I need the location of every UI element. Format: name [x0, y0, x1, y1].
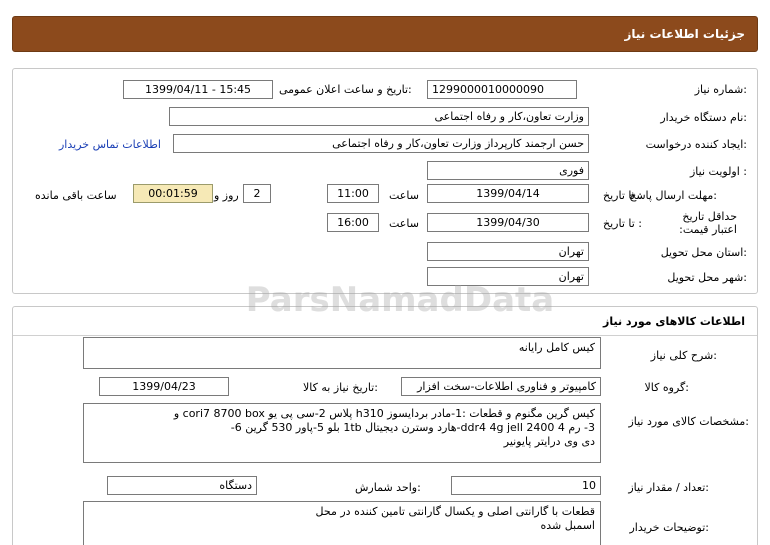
qty-label: تعداد / مقدار نیاز: — [628, 481, 709, 494]
reply-time-field: 11:00 — [327, 184, 379, 203]
spec-line: کیس گرین مگنوم و قطعات :1-مادر بردایسوز … — [173, 407, 595, 420]
reply-date-field: 1399/04/14 — [427, 184, 589, 203]
validity-label: حداقل تاریخ اعتبار قیمت: — [679, 210, 737, 236]
page-title: جزئیات اطلاعات نیاز — [624, 27, 745, 41]
validity-until-label: تا تاریخ : — [603, 217, 642, 230]
spec-line: دی وی درایتر پایونیر — [503, 435, 595, 448]
province-label: استان محل تحویل: — [660, 246, 747, 259]
city-label: شهر محل تحویل: — [667, 271, 747, 284]
spec-field: کیس گرین مگنوم و قطعات :1-مادر بردایسوز … — [83, 403, 601, 463]
validity-time-label: ساعت — [389, 217, 419, 230]
qty-field: 10 — [451, 476, 601, 495]
summary-label: شرح کلی نیاز: — [650, 349, 717, 362]
group-label: گروه کالا: — [644, 381, 689, 394]
priority-label: اولویت نیاز : — [689, 165, 747, 178]
validity-date-field: 1399/04/30 — [427, 213, 589, 232]
reply-time-label: ساعت — [389, 189, 419, 202]
spec-label: مشخصات کالای مورد نیاز: — [628, 415, 749, 428]
unit-field: دستگاه — [107, 476, 257, 495]
need-info-panel: شماره نیاز: 1299000010000090 تاریخ و ساع… — [12, 68, 758, 294]
buyer-notes-line: اسمبل شده — [540, 519, 595, 532]
summary-field: کیس کامل رایانه — [83, 337, 601, 369]
reply-until-label: تا تاریخ : — [603, 189, 642, 202]
goods-info-panel: اطلاعات کالاهای مورد نیاز شرح کلی نیاز: … — [12, 306, 758, 545]
priority-field: فوری — [427, 161, 589, 180]
buyer-notes-label: توضیحات خریدار: — [629, 521, 710, 534]
buyer-contact-link[interactable]: اطلاعات تماس خریدار — [59, 138, 161, 151]
announce-field: 1399/04/11 - 15:45 — [123, 80, 273, 99]
need-date-label: تاریخ نیاز به کالا: — [303, 381, 378, 394]
need-date-field: 1399/04/23 — [99, 377, 229, 396]
need-number-field: 1299000010000090 — [427, 80, 577, 99]
remaining-label: ساعت باقی مانده — [35, 189, 117, 202]
buyer-notes-line: قطعات با گارانتی اصلی و یکسال گارانتی تا… — [315, 505, 595, 518]
remaining-timer: 00:01:59 — [133, 184, 213, 203]
buyer-notes-field: قطعات با گارانتی اصلی و یکسال گارانتی تا… — [83, 501, 601, 545]
need-number-label: شماره نیاز: — [694, 83, 747, 96]
city-field: تهران — [427, 267, 589, 286]
days-label: روز و — [214, 189, 239, 202]
validity-time-field: 16:00 — [327, 213, 379, 232]
unit-label: واحد شمارش: — [355, 481, 421, 494]
days-field: 2 — [243, 184, 271, 203]
buyer-org-label: نام دستگاه خریدار: — [660, 111, 747, 124]
announce-label: تاریخ و ساعت اعلان عمومی: — [279, 83, 412, 96]
goods-section-title: اطلاعات کالاهای مورد نیاز — [603, 315, 745, 328]
province-field: تهران — [427, 242, 589, 261]
reply-deadline-label: مهلت ارسال پاسخ: — [629, 189, 717, 202]
requester-field: حسن ارجمند کارپرداز وزارت تعاون،کار و رف… — [173, 134, 589, 153]
buyer-org-field: وزارت تعاون،کار و رفاه اجتماعی — [169, 107, 589, 126]
requester-label: ایجاد کننده درخواست: — [645, 138, 747, 151]
section-divider — [13, 335, 757, 336]
page-header: جزئیات اطلاعات نیاز — [12, 16, 758, 52]
group-field: کامپیوتر و فناوری اطلاعات-سخت افزار — [401, 377, 601, 396]
spec-line: 3- رم ddr4 4g jell 2400 4-هارد وسترن دیج… — [230, 421, 595, 434]
